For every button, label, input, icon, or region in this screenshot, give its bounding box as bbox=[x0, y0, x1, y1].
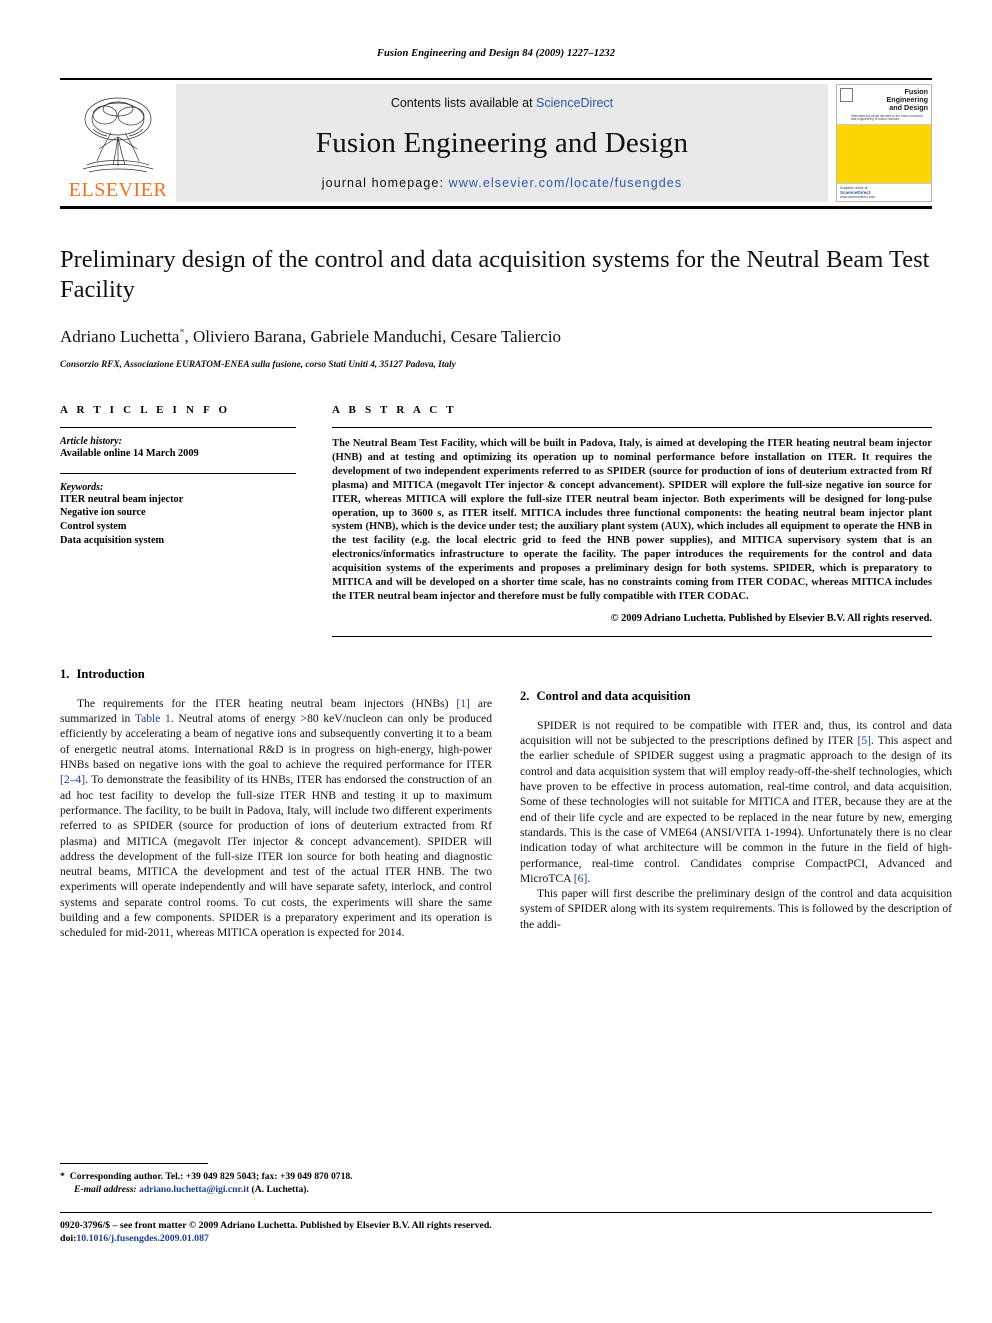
abstract-bottom-rule bbox=[332, 635, 932, 637]
doi-link[interactable]: 10.1016/j.fusengdes.2009.01.087 bbox=[76, 1233, 209, 1244]
author-affiliation: Consorzio RFX, Associazione EURATOM-ENEA… bbox=[60, 360, 456, 370]
reference-link-5[interactable]: [5] bbox=[858, 734, 872, 747]
cover-top-area: Fusion Engineering and Design Internatio… bbox=[837, 85, 931, 125]
para-text-seg: The requirements for the ITER heating ne… bbox=[77, 696, 457, 710]
abstract-text: The Neutral Beam Test Facility, which wi… bbox=[332, 438, 932, 602]
article-info-column: A R T I C L E I N F O Article history: A… bbox=[60, 404, 296, 637]
cover-title-line1: Fusion Engineering bbox=[886, 87, 928, 104]
body-column-left: 1. Introduction The requirements for the … bbox=[60, 667, 492, 941]
article-info-top-rule bbox=[60, 427, 296, 428]
paragraph-control-1: SPIDER is not required to be compatible … bbox=[520, 718, 952, 886]
info-abstract-region: A R T I C L E I N F O Article history: A… bbox=[60, 404, 932, 637]
cover-color-block bbox=[837, 125, 931, 183]
abstract-column: A B S T R A C T The Neutral Beam Test Fa… bbox=[332, 404, 932, 637]
article-body: 1. Introduction The requirements for the … bbox=[60, 667, 952, 941]
corresponding-author-footnote: * Corresponding author. Tel.: +39 049 829… bbox=[60, 1163, 492, 1196]
keywords-label: Keywords: bbox=[60, 481, 104, 493]
running-head: Fusion Engineering and Design 84 (2009) … bbox=[376, 48, 616, 59]
section-number: 1. bbox=[60, 666, 70, 681]
author-list: Adriano Luchetta*, Oliviero Barana, Gabr… bbox=[60, 327, 932, 347]
sciencedirect-link[interactable]: ScienceDirect bbox=[536, 96, 613, 110]
cover-title-line2: and Design bbox=[889, 103, 928, 112]
keyword-item: Negative ion source bbox=[60, 507, 146, 519]
footer-rule bbox=[60, 1212, 932, 1213]
paragraph-control-2: This paper will first describe the preli… bbox=[520, 887, 952, 931]
homepage-prefix-text: journal homepage: bbox=[321, 176, 449, 190]
cover-elsevier-mini-icon bbox=[840, 88, 853, 102]
journal-cover-thumbnail: Fusion Engineering and Design Internatio… bbox=[836, 84, 932, 202]
journal-title: Fusion Engineering and Design bbox=[315, 126, 689, 159]
section-title: Introduction bbox=[76, 666, 145, 681]
email-link[interactable]: adriano.luchetta@igi.cnr.it bbox=[139, 1184, 249, 1195]
footnote-contact-line: * Corresponding author. Tel.: +39 049 829… bbox=[60, 1171, 492, 1184]
section-heading-control-data-acquisition: 2. Control and data acquisition bbox=[520, 689, 952, 704]
journal-banner: Contents lists available at ScienceDirec… bbox=[176, 84, 828, 202]
article-info-mid-rule bbox=[60, 472, 296, 474]
author-rest: , Oliviero Barana, Gabriele Manduchi, Ce… bbox=[184, 327, 562, 346]
paragraph-introduction: The requirements for the ITER heating ne… bbox=[60, 696, 492, 941]
abstract-heading: A B S T R A C T bbox=[332, 404, 457, 416]
issn-copyright-line: 0920-3796/$ – see front matter © 2009 Ad… bbox=[60, 1220, 492, 1231]
article-history-value: Available online 14 March 2009 bbox=[60, 448, 199, 459]
keyword-item: Control system bbox=[60, 521, 127, 533]
journal-article-page: Fusion Engineering and Design 84 (2009) … bbox=[0, 0, 992, 1323]
elsevier-tree-icon bbox=[82, 97, 154, 173]
reference-link-2-4[interactable]: [2–4] bbox=[60, 773, 85, 786]
para-text-seg: . This aspect and the earlier schedule o… bbox=[520, 734, 952, 885]
abstract-top-rule bbox=[332, 427, 932, 428]
abstract-copyright: © 2009 Adriano Luchetta. Published by El… bbox=[610, 612, 932, 624]
elsevier-wordmark: ELSEVIER bbox=[68, 179, 168, 201]
section-heading-introduction: 1. Introduction bbox=[60, 667, 492, 682]
journal-homepage-line: journal homepage: www.elsevier.com/locat… bbox=[322, 176, 682, 190]
footnote-star-marker: * bbox=[60, 1171, 65, 1182]
footnote-email-line: E-mail address: adriano.luchetta@igi.cnr… bbox=[60, 1184, 492, 1197]
section-title: Control and data acquisition bbox=[536, 688, 691, 703]
para-text-seg: . bbox=[587, 871, 591, 885]
cover-bottom-area: Available online at ScienceDirect www.sc… bbox=[837, 183, 931, 201]
cover-bottom-url: www.sciencedirect.com bbox=[840, 195, 876, 199]
reference-link-6[interactable]: [6] bbox=[574, 872, 588, 885]
article-title: Preliminary design of the control and da… bbox=[60, 246, 930, 303]
article-info-heading: A R T I C L E I N F O bbox=[60, 404, 231, 416]
keyword-item: Data acquisition system bbox=[60, 534, 165, 546]
footnote-rule bbox=[60, 1163, 208, 1164]
journal-masthead: ELSEVIER Contents lists available at Sci… bbox=[60, 78, 932, 209]
elsevier-logo: ELSEVIER bbox=[60, 80, 176, 206]
para-text-seg: . To demonstrate the feasibility of its … bbox=[60, 773, 492, 940]
article-history-label: Article history: bbox=[60, 436, 122, 447]
reference-link-1[interactable]: [1] bbox=[456, 697, 470, 710]
contents-available-line: Contents lists available at ScienceDirec… bbox=[391, 96, 613, 110]
section-number: 2. bbox=[520, 688, 530, 703]
email-suffix-text: (A. Luchetta). bbox=[249, 1183, 309, 1195]
keyword-item: ITER neutral beam injector bbox=[60, 493, 184, 505]
doi-label: doi: bbox=[60, 1233, 77, 1244]
body-column-right: 2. Control and data acquisition SPIDER is… bbox=[520, 667, 952, 941]
email-address-label: E-mail address: bbox=[74, 1183, 137, 1195]
author-first: Adriano Luchetta bbox=[60, 327, 180, 346]
footnote-contact-text: Corresponding author. Tel.: +39 049 829 … bbox=[69, 1171, 353, 1182]
page-footer: 0920-3796/$ – see front matter © 2009 Ad… bbox=[60, 1212, 932, 1245]
cover-title-text: Fusion Engineering and Design bbox=[862, 88, 928, 112]
journal-homepage-link[interactable]: www.elsevier.com/locate/fusengdes bbox=[449, 176, 683, 190]
doi-line: doi:10.1016/j.fusengdes.2009.01.087 bbox=[60, 1232, 932, 1245]
cover-subtitle-text: International journal devoted to the fus… bbox=[851, 113, 923, 122]
table-link-1[interactable]: Table 1 bbox=[135, 712, 171, 725]
contents-prefix-text: Contents lists available at bbox=[390, 96, 537, 110]
